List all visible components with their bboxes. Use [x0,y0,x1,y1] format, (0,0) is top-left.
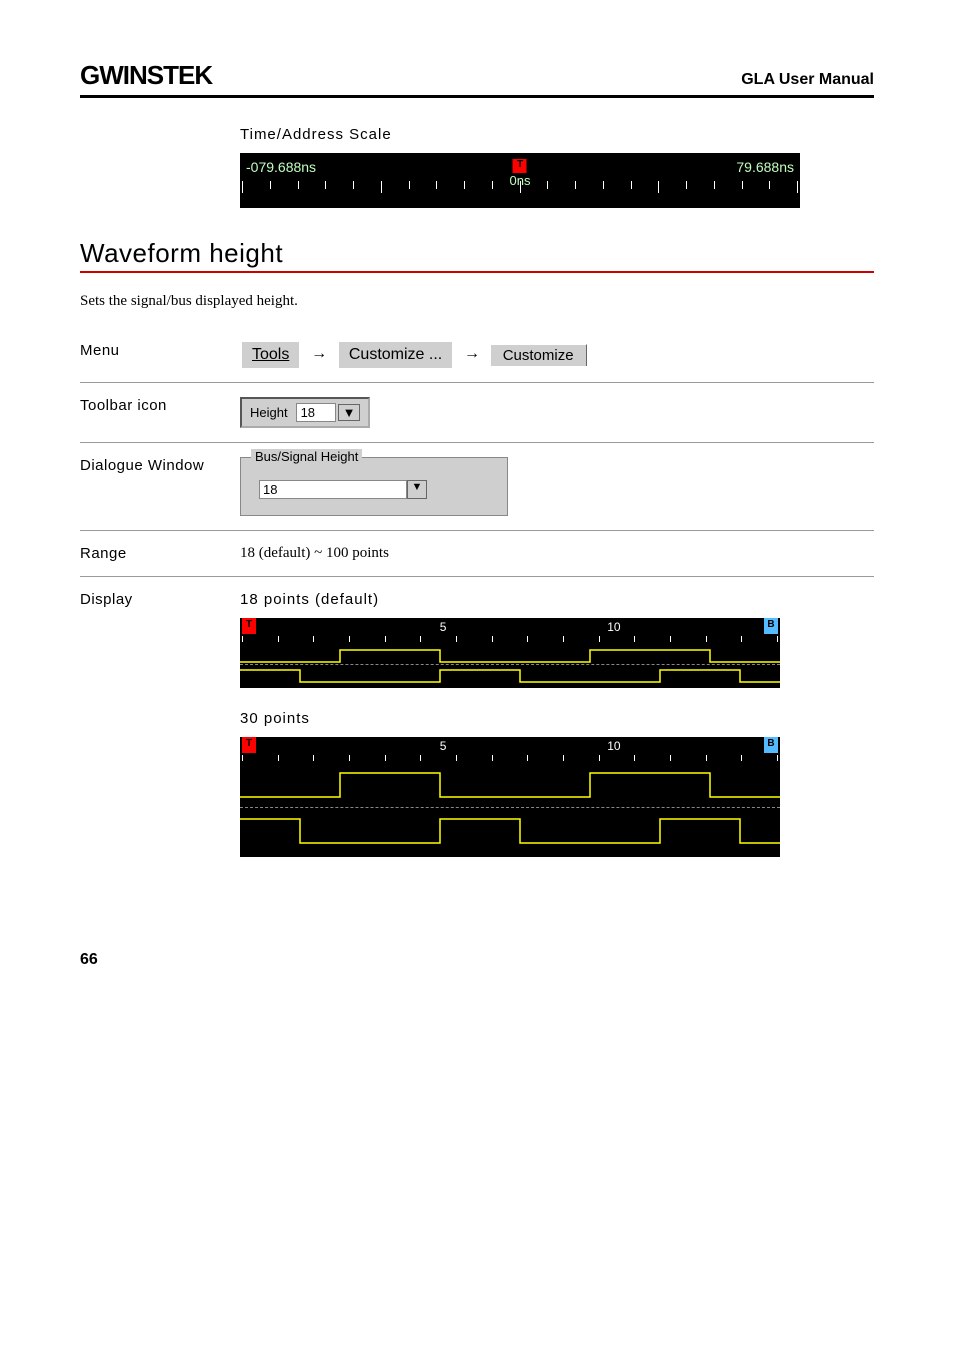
timescale-block: Time/Address Scale -079.688ns T 0ns 79.6… [240,126,874,208]
groupbox-legend: Bus/Signal Height [251,449,362,464]
wf-signal-1 [240,769,780,801]
t-marker-icon: T [242,737,256,753]
wf-signal-1 [240,648,780,664]
dialogue-row-label: Dialogue Window [80,457,240,474]
section-title: Waveform height [80,238,874,269]
wf-divider [240,664,780,665]
menu-customize-button[interactable]: Customize ... [339,342,452,368]
display-row: Display 18 points (default) T B 5 10 30 … [80,577,874,871]
section-divider [80,271,874,273]
brand-logo: GWINSTEK [80,60,212,91]
timescale-right-value: 79.688ns [736,159,794,175]
wf-ticks-row [240,755,780,765]
t-marker-icon: T [513,159,527,173]
customize-tab[interactable]: Customize [490,344,587,366]
range-row-label: Range [80,545,240,562]
range-row-text: 18 (default) ~ 100 points [240,545,874,562]
timescale-label: Time/Address Scale [240,126,874,143]
timescale-left-value: -079.688ns [246,159,316,175]
wf-divider [240,807,780,808]
menu-row: Menu Tools → Customize ... → Customize [80,328,874,383]
toolbar-row-content: Height 18 ▼ [240,397,874,428]
menu-tools-text: Tools [252,346,289,363]
height-toolbar-dropdown[interactable]: ▼ [338,404,361,421]
toolbar-row: Toolbar icon Height 18 ▼ [80,383,874,443]
display-18-label: 18 points (default) [240,591,874,608]
page-header: GWINSTEK GLA User Manual [80,60,874,98]
height-combobox[interactable]: ▼ [259,480,489,499]
waveform-30pt-figure: T B 5 10 [240,737,780,857]
menu-row-label: Menu [80,342,240,359]
toolbar-row-label: Toolbar icon [80,397,240,414]
height-toolbar-value[interactable]: 18 [296,403,336,422]
wf-tick-10: 10 [607,739,620,753]
wf-tick-5: 5 [440,739,447,753]
range-row: Range 18 (default) ~ 100 points [80,531,874,577]
dialogue-row-content: Bus/Signal Height ▼ [240,457,874,516]
waveform-18pt-figure: T B 5 10 [240,618,780,688]
timescale-figure: -079.688ns T 0ns 79.688ns [240,153,800,208]
b-marker-icon: B [764,737,778,753]
display-row-content: 18 points (default) T B 5 10 30 points T… [240,591,874,857]
bus-signal-height-groupbox: Bus/Signal Height ▼ [240,457,508,516]
wf-tick-5: 5 [440,620,447,634]
wf-tick-10: 10 [607,620,620,634]
menu-tools-button[interactable]: Tools [242,342,299,368]
timescale-ticks [240,181,800,193]
height-toolbar-control: Height 18 ▼ [240,397,370,428]
display-30-label: 30 points [240,710,874,727]
height-combobox-dropdown[interactable]: ▼ [407,480,427,499]
t-marker-icon: T [242,618,256,634]
display-row-label: Display [80,591,240,608]
wf-signal-2 [240,668,780,684]
manual-title: GLA User Manual [741,71,874,89]
dialogue-row: Dialogue Window Bus/Signal Height ▼ [80,443,874,531]
wf-signal-2 [240,815,780,847]
section-description: Sets the signal/bus displayed height. [80,293,874,310]
height-toolbar-text: Height [250,405,288,420]
arrow-icon: → [464,345,480,362]
b-marker-icon: B [764,618,778,634]
menu-row-content: Tools → Customize ... → Customize [240,342,874,368]
page-number: 66 [80,951,874,969]
arrow-icon: → [311,345,327,362]
height-combobox-input[interactable] [259,480,407,499]
wf-ticks-row [240,636,780,646]
